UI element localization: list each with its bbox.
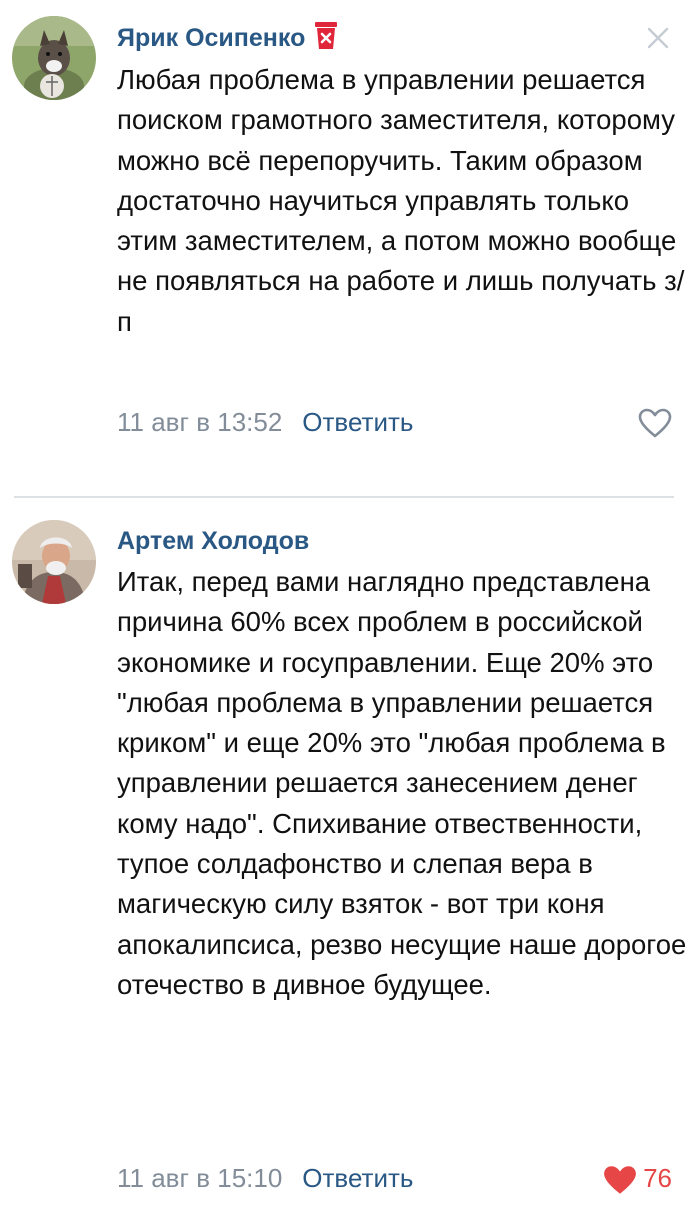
reply-button[interactable]: Ответить [302,1163,413,1193]
avatar[interactable] [12,520,96,604]
comment-meta: 11 авг в 15:10 Ответить [117,1162,413,1194]
comment-meta: 11 авг в 13:52 Ответить [117,406,413,438]
comment-text: Итак, перед вами наглядно представлена п… [117,566,687,1000]
close-icon[interactable] [646,26,670,50]
comment-2: Артем Холодов Итак, перед вами наглядно … [0,498,700,1229]
comment-1: Ярик Осипенко Любая проблема в управлени… [0,0,700,496]
author-name[interactable]: Артем Холодов [117,527,309,555]
comment-author[interactable]: Ярик Осипенко [117,22,339,53]
comment-date[interactable]: 11 авг в 15:10 [117,1163,282,1193]
author-name[interactable]: Ярик Осипенко [117,24,305,52]
avatar-image [12,16,96,100]
like-heart-icon[interactable] [638,408,672,438]
red-cup-badge-icon [313,22,339,50]
like-heart-filled-icon[interactable] [602,1164,638,1196]
avatar-image [12,520,96,604]
comment-date[interactable]: 11 авг в 13:52 [117,407,282,437]
comment-author[interactable]: Артем Холодов [117,526,309,556]
avatar[interactable] [12,16,96,100]
comment-text: Любая проблема в управлении решается пои… [117,64,685,337]
reply-button[interactable]: Ответить [302,407,413,437]
like-count[interactable]: 76 [643,1162,672,1194]
